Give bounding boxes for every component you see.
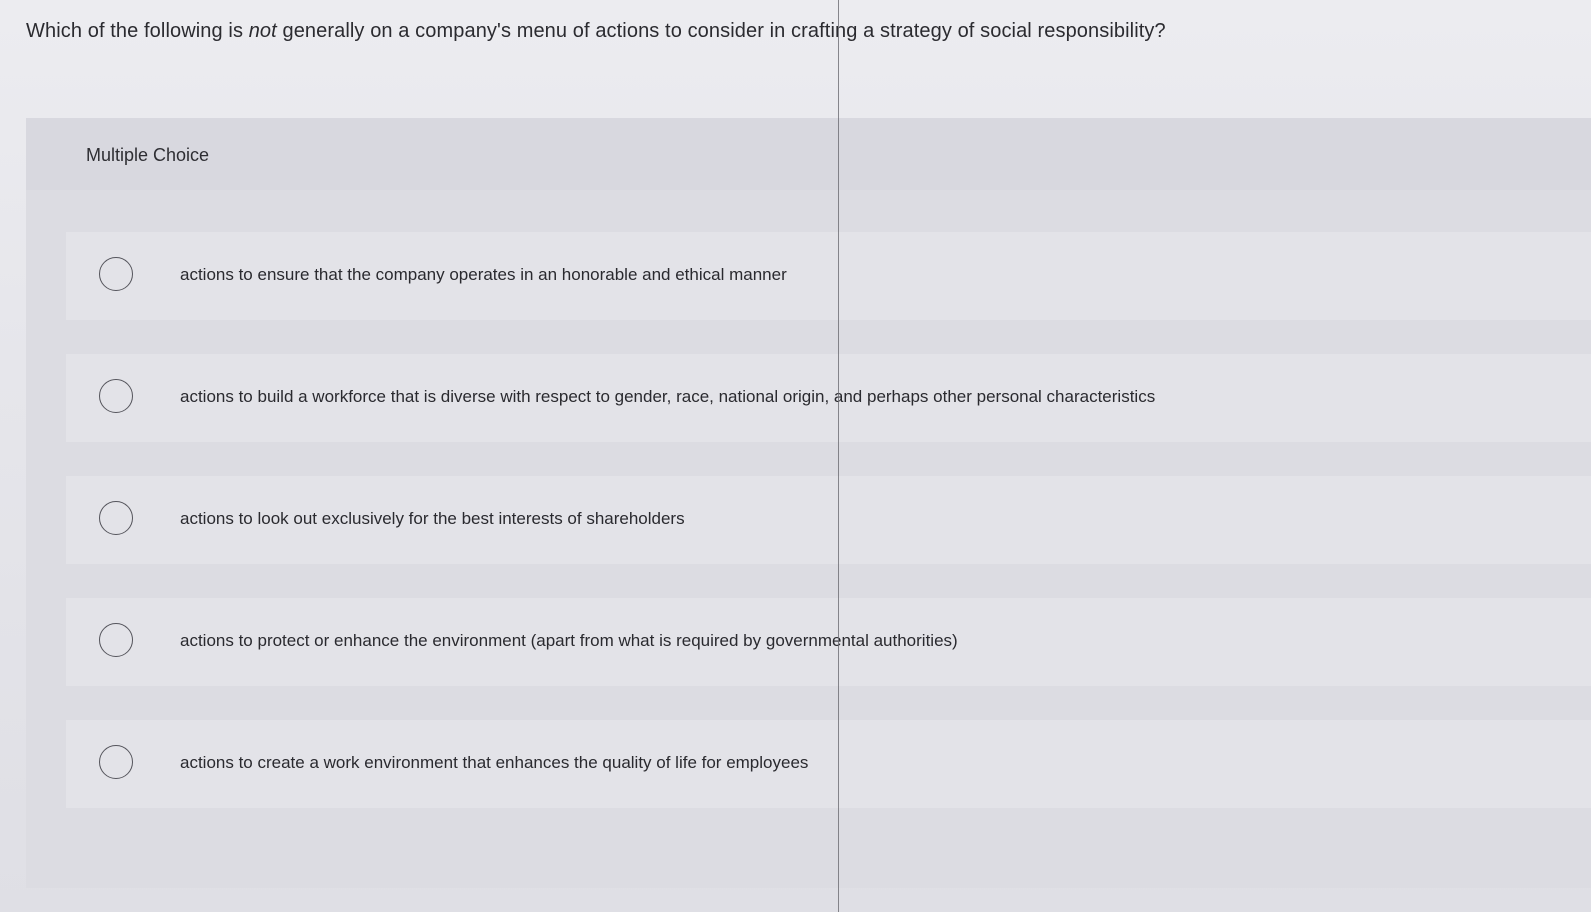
question-suffix: generally on a company's menu of actions… — [276, 20, 1166, 42]
radio-button-icon[interactable] — [99, 501, 133, 535]
answer-option-1[interactable]: actions to ensure that the company opera… — [66, 232, 1591, 320]
radio-button-icon[interactable] — [99, 257, 133, 291]
radio-button-icon[interactable] — [99, 745, 133, 779]
answer-option-label: actions to protect or enhance the enviro… — [180, 631, 958, 650]
page: Which of the following is not generally … — [0, 0, 1591, 912]
answer-option-5[interactable]: actions to create a work environment tha… — [66, 720, 1591, 808]
answer-option-4[interactable]: actions to protect or enhance the enviro… — [66, 598, 1591, 686]
answer-option-label: actions to ensure that the company opera… — [180, 265, 787, 284]
radio-button-icon[interactable] — [99, 379, 133, 413]
panel-header: Multiple Choice — [26, 118, 1591, 190]
question-prefix: Which of the following is — [26, 20, 249, 42]
answer-option-2[interactable]: actions to build a workforce that is div… — [66, 354, 1591, 442]
multiple-choice-panel: Multiple Choice actions to ensure that t… — [26, 118, 1591, 888]
question-emphasis: not — [248, 20, 277, 42]
question-text: Which of the following is not generally … — [26, 20, 1166, 43]
answer-option-label: actions to look out exclusively for the … — [180, 509, 685, 528]
screen-divider-line — [838, 0, 839, 912]
answer-option-label: actions to create a work environment tha… — [180, 753, 809, 772]
panel-title: Multiple Choice — [86, 145, 210, 165]
answer-option-label: actions to build a workforce that is div… — [180, 387, 1156, 406]
answer-option-3[interactable]: actions to look out exclusively for the … — [66, 476, 1591, 564]
radio-button-icon[interactable] — [99, 623, 133, 657]
